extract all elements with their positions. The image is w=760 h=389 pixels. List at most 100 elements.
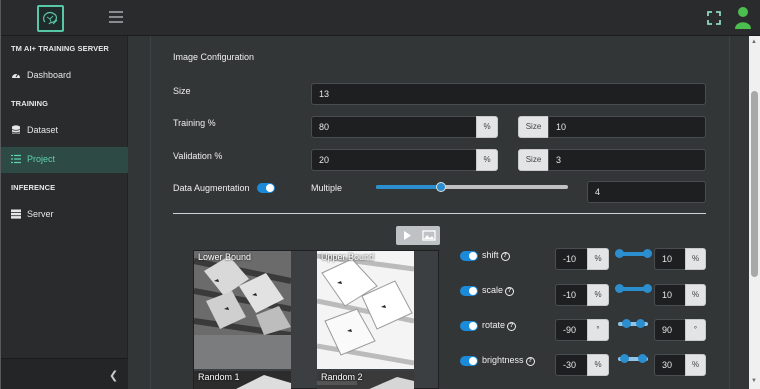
shift-max-input[interactable]: 10 xyxy=(654,248,686,270)
size-label: Size xyxy=(173,86,191,96)
vertical-scrollbar[interactable]: ▲ ▼ xyxy=(749,36,760,389)
app-title: TM AI+ TRAINING SERVER xyxy=(11,44,109,53)
scale-max-unit: % xyxy=(685,284,706,306)
brightness-max-input[interactable]: 30 xyxy=(654,354,686,376)
scale-label: scale? xyxy=(482,285,515,296)
validation-percent-label: Validation % xyxy=(173,151,223,161)
validation-size-label: Size xyxy=(518,149,549,171)
multiple-label: Multiple xyxy=(311,183,343,193)
rotate-range-min-thumb[interactable] xyxy=(622,319,631,328)
preview-controls xyxy=(396,226,440,245)
scale-toggle[interactable] xyxy=(460,286,478,296)
multiple-slider[interactable] xyxy=(376,185,568,189)
scrollbar-thumb[interactable] xyxy=(751,91,758,277)
section-title: Image Configuration xyxy=(173,52,255,62)
rotate-min-input[interactable]: -90 xyxy=(555,319,588,341)
rotate-toggle[interactable] xyxy=(460,321,478,331)
shift-range-min-thumb[interactable] xyxy=(615,249,624,258)
database-icon xyxy=(11,125,21,135)
shift-min-unit: % xyxy=(587,248,609,270)
sidebar-item-label: Dashboard xyxy=(27,70,72,80)
scroll-down-arrow-icon[interactable]: ▼ xyxy=(751,378,757,384)
validation-size-input[interactable]: 3 xyxy=(548,149,706,171)
brightness-toggle[interactable] xyxy=(460,356,478,366)
dashboard-gauge-icon xyxy=(11,70,21,80)
shift-max-unit: % xyxy=(685,248,706,270)
lower-bound-label: Lower Bound xyxy=(198,252,252,262)
training-size-input[interactable]: 10 xyxy=(548,116,706,138)
collapse-sidebar-chevron-icon[interactable]: ❮ xyxy=(109,369,118,382)
sidebar-item-label: Server xyxy=(27,209,54,219)
validation-percent-unit: % xyxy=(476,149,498,171)
brain-logo-icon[interactable] xyxy=(37,5,64,32)
lower-bound-padding xyxy=(194,335,291,369)
brightness-label-text: brightness xyxy=(482,355,524,365)
divider xyxy=(173,213,706,214)
rotate-max-input[interactable]: 90 xyxy=(654,319,686,341)
brightness-min-unit: % xyxy=(587,354,609,376)
play-icon[interactable] xyxy=(396,226,418,245)
scale-label-text: scale xyxy=(482,285,504,295)
multiple-slider-fill xyxy=(376,185,442,189)
server-icon xyxy=(11,209,21,219)
sidebar-item-server[interactable]: Server xyxy=(1,202,128,228)
sidebar-item-dataset[interactable]: Dataset xyxy=(1,118,128,144)
multiple-input[interactable]: 4 xyxy=(587,181,706,203)
sidebar: TM AI+ TRAINING SERVER Dashboard TRAININ… xyxy=(1,36,128,389)
shift-toggle[interactable] xyxy=(460,251,478,261)
help-icon[interactable]: ? xyxy=(500,252,510,261)
scale-max-input[interactable]: 10 xyxy=(654,284,686,306)
validation-percent-input[interactable]: 20 xyxy=(311,149,477,171)
shift-min-input[interactable]: -10 xyxy=(555,248,588,270)
scale-range-max-thumb[interactable] xyxy=(643,284,652,293)
scroll-up-arrow-icon[interactable]: ▲ xyxy=(751,39,757,45)
brightness-min-input[interactable]: -30 xyxy=(555,354,588,376)
help-icon[interactable]: ? xyxy=(505,287,515,296)
random-2-image: Random 2 xyxy=(317,371,414,389)
rotate-label-text: rotate xyxy=(482,320,506,330)
shift-label-text: shift xyxy=(482,250,499,260)
top-bar xyxy=(0,0,760,36)
section-heading-training: TRAINING xyxy=(11,99,49,108)
rotate-range-max-thumb[interactable] xyxy=(636,319,645,328)
sidebar-item-label: Dataset xyxy=(27,125,59,135)
scale-min-input[interactable]: -10 xyxy=(555,284,588,306)
list-icon xyxy=(11,154,21,164)
data-augmentation-label: Data Augmentation xyxy=(173,183,250,193)
training-percent-input[interactable]: 80 xyxy=(311,116,477,138)
menu-toggle-icon[interactable] xyxy=(109,11,123,23)
random-1-label: Random 1 xyxy=(198,372,240,382)
section-heading-inference: INFERENCE xyxy=(11,183,56,192)
user-avatar-icon[interactable] xyxy=(734,6,752,30)
fullscreen-icon[interactable] xyxy=(707,11,721,25)
sidebar-footer: ❮ xyxy=(1,358,128,389)
training-percent-label: Training % xyxy=(173,118,216,128)
shift-label: shift? xyxy=(482,250,510,261)
lower-bound-image: Lower Bound xyxy=(194,251,291,335)
rotate-min-unit: ° xyxy=(587,319,609,341)
sidebar-item-dashboard[interactable]: Dashboard xyxy=(1,63,128,89)
scale-range-min-thumb[interactable] xyxy=(615,284,624,293)
scale-min-unit: % xyxy=(587,284,609,306)
data-augmentation-toggle[interactable] xyxy=(257,183,275,193)
help-icon[interactable]: ? xyxy=(525,357,535,366)
upper-bound-image: Upper Bound xyxy=(317,251,414,369)
sidebar-item-project[interactable]: Project xyxy=(1,147,128,173)
upper-bound-label: Upper Bound xyxy=(321,252,375,262)
random-1-image: Random 1 xyxy=(194,371,291,389)
augmentation-preview: Lower Bound Upper Bound Random 1 Random … xyxy=(193,250,439,389)
image-icon[interactable] xyxy=(418,226,440,245)
rotate-max-unit: ° xyxy=(685,319,706,341)
random-2-label: Random 2 xyxy=(321,372,363,382)
size-input[interactable]: 13 xyxy=(311,83,706,105)
help-icon[interactable]: ? xyxy=(507,322,517,331)
brightness-range-max-thumb[interactable] xyxy=(638,354,647,363)
rotate-label: rotate? xyxy=(482,320,517,331)
sidebar-item-label: Project xyxy=(27,154,56,164)
brightness-label: brightness? xyxy=(482,355,535,366)
brightness-max-unit: % xyxy=(685,354,706,376)
training-size-label: Size xyxy=(518,116,549,138)
shift-range-max-thumb[interactable] xyxy=(643,249,652,258)
training-percent-unit: % xyxy=(476,116,498,138)
brightness-range-min-thumb[interactable] xyxy=(620,354,629,363)
